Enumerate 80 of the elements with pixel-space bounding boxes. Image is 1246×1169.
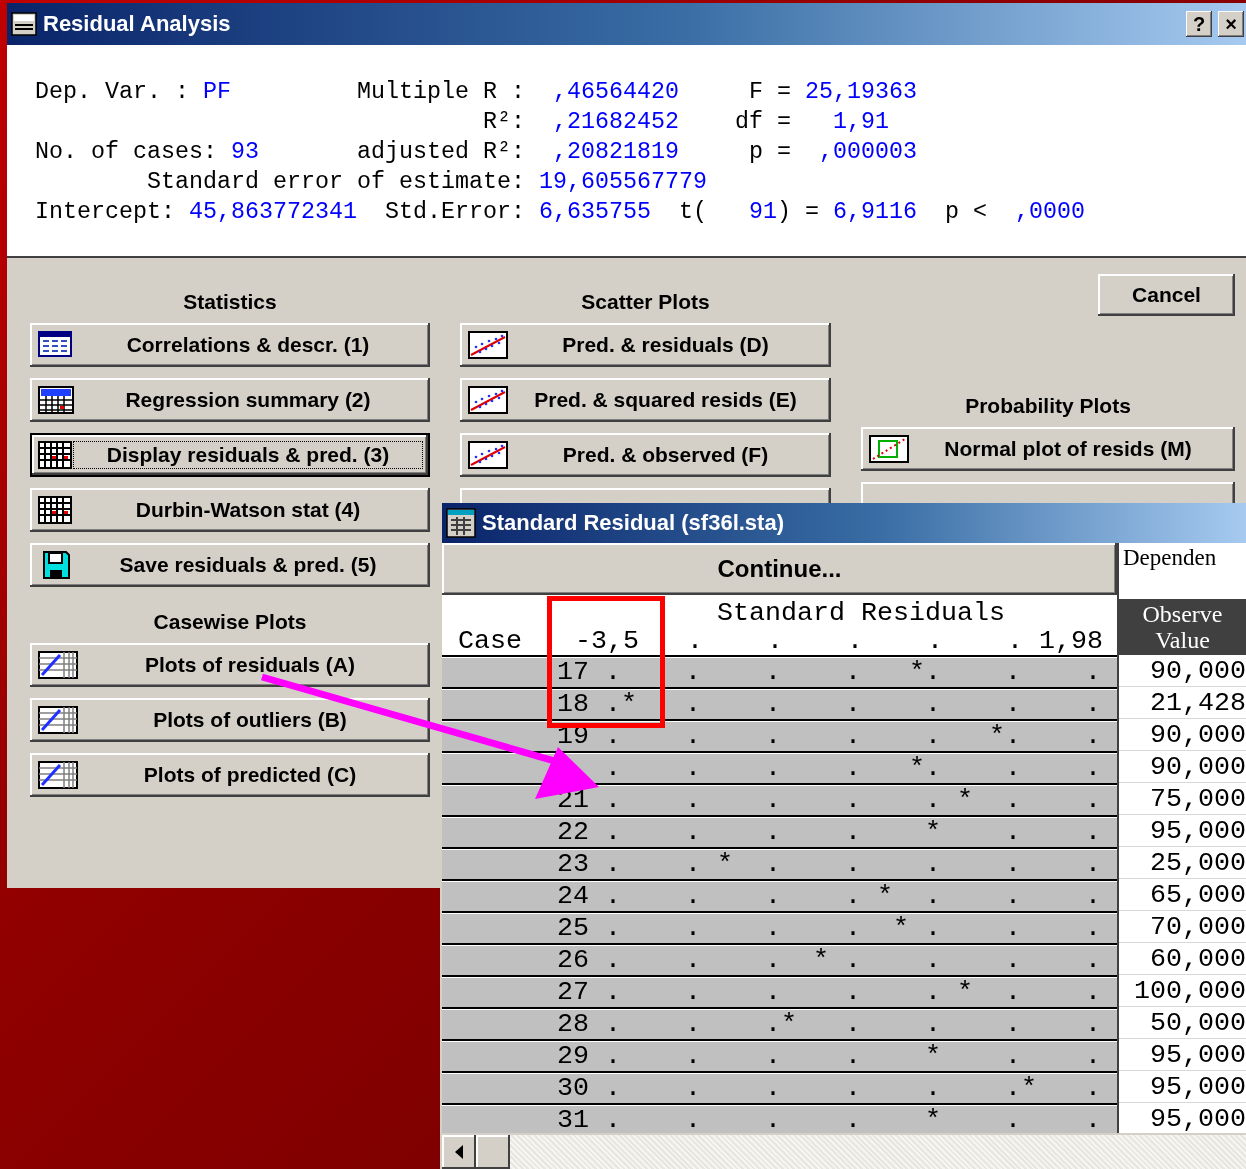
statistic-value: 19,605567779	[539, 169, 707, 195]
statistic-label: Intercept:	[35, 199, 175, 225]
residual-plot-line: . . . . * . . .	[605, 914, 1101, 943]
table-cell: 95,000	[1119, 1039, 1246, 1071]
statistic-label: df =	[735, 109, 791, 135]
residual-plot-line: .* . . . . . .	[605, 690, 1101, 719]
statistic-value: PF	[203, 79, 231, 105]
statistic-label: Standard error of estimate:	[147, 169, 525, 195]
case-number: 18	[557, 690, 590, 719]
residual-plot-line: . . . . *. . .	[605, 754, 1101, 783]
case-number: 28	[557, 1010, 590, 1039]
residual-plot-line: . . * . . . . .	[605, 850, 1101, 879]
residual-plot-line: . . . . . .* .	[605, 1074, 1101, 1103]
statistic-value: 93	[231, 139, 259, 165]
table-cell: 90,000	[1119, 655, 1246, 687]
table-cell: 90,000	[1119, 719, 1246, 751]
column-heading: Dependen	[1122, 544, 1218, 572]
statistic-value: 25,19363	[805, 79, 917, 105]
statistic-label: p <	[945, 199, 987, 225]
residual-plot-line: . . . * . . . .	[605, 946, 1101, 975]
case-number: 24	[557, 882, 590, 911]
scale-label: -3,5 . . . . . 1,98	[574, 627, 1103, 655]
case-number: 27	[557, 978, 590, 1007]
case-number: 17	[557, 658, 590, 687]
residual-plot-line: . . . . . * . .	[605, 978, 1101, 1007]
table-cell: 65,000	[1119, 879, 1246, 911]
column-heading: Case	[457, 627, 523, 655]
table-cell: 95,000	[1119, 1071, 1246, 1103]
residual-plot-line: . . . . . * . .	[605, 786, 1101, 815]
table-cell: 60,000	[1119, 943, 1246, 975]
group-heading: Scatter Plots	[580, 289, 711, 315]
residual-plot-line: . . . . . *. .	[605, 722, 1101, 751]
case-number: 23	[557, 850, 590, 879]
window-title: Residual Analysis	[43, 11, 231, 37]
group-heading: Casewise Plots	[152, 609, 308, 635]
case-number: 29	[557, 1042, 590, 1071]
residual-plot-line: . . . . * . .	[605, 1042, 1101, 1071]
statistic-label: R²:	[483, 109, 525, 135]
statistic-value: 6,9116	[833, 199, 917, 225]
plot-title: Standard Residuals	[717, 599, 1005, 627]
window-title: Standard Residual (sf36l.sta)	[482, 510, 784, 536]
statistic-label: No. of cases:	[35, 139, 217, 165]
statistic-value: 6,635755	[539, 199, 651, 225]
statistic-label: Std.Error:	[385, 199, 525, 225]
statistic-value: ,000003	[819, 139, 917, 165]
case-number: 22	[557, 818, 590, 847]
statistic-value: ,20821819	[553, 139, 679, 165]
residual-plot-line: . . . . * . .	[605, 818, 1101, 847]
case-number: 31	[557, 1106, 590, 1133]
residual-plot-line: . . . . *. . .	[605, 658, 1101, 687]
statistic-value: 1,91	[833, 109, 889, 135]
statistic-value: ,21682452	[553, 109, 679, 135]
statistic-label: Multiple R :	[357, 79, 525, 105]
statistic-label: p =	[749, 139, 791, 165]
residual-plot-line: . . . . * . . .	[605, 882, 1101, 911]
table-cell: 90,000	[1119, 751, 1246, 783]
table-cell: 95,000	[1119, 815, 1246, 847]
statistic-label: t(	[679, 199, 707, 225]
statistic-value: ,46564420	[553, 79, 679, 105]
statistic-value: 45,863772341	[189, 199, 357, 225]
statistic-label: ) =	[777, 199, 819, 225]
statistic-label: Dep. Var. :	[35, 79, 189, 105]
case-number: 30	[557, 1074, 590, 1103]
table-cell: 75,000	[1119, 783, 1246, 815]
residual-plot-line: . . . . * . .	[605, 1106, 1101, 1133]
statistic-value: 91	[749, 199, 777, 225]
case-number: 26	[557, 946, 590, 975]
table-cell: 25,000	[1119, 847, 1246, 879]
column-heading: Observe Value	[1119, 599, 1246, 655]
statistic-label: F =	[749, 79, 791, 105]
statistic-value: ,0000	[1015, 199, 1085, 225]
table-cell: 100,000	[1119, 975, 1246, 1007]
group-heading: Probability Plots	[964, 393, 1132, 419]
case-number: 25	[557, 914, 590, 943]
group-heading: Statistics	[182, 289, 278, 315]
table-cell: 21,428	[1119, 687, 1246, 719]
statistic-label: adjusted R²:	[357, 139, 525, 165]
table-cell: 50,000	[1119, 1007, 1246, 1039]
residual-plot-line: . . .* . . . .	[605, 1010, 1101, 1039]
table-cell: 70,000	[1119, 911, 1246, 943]
